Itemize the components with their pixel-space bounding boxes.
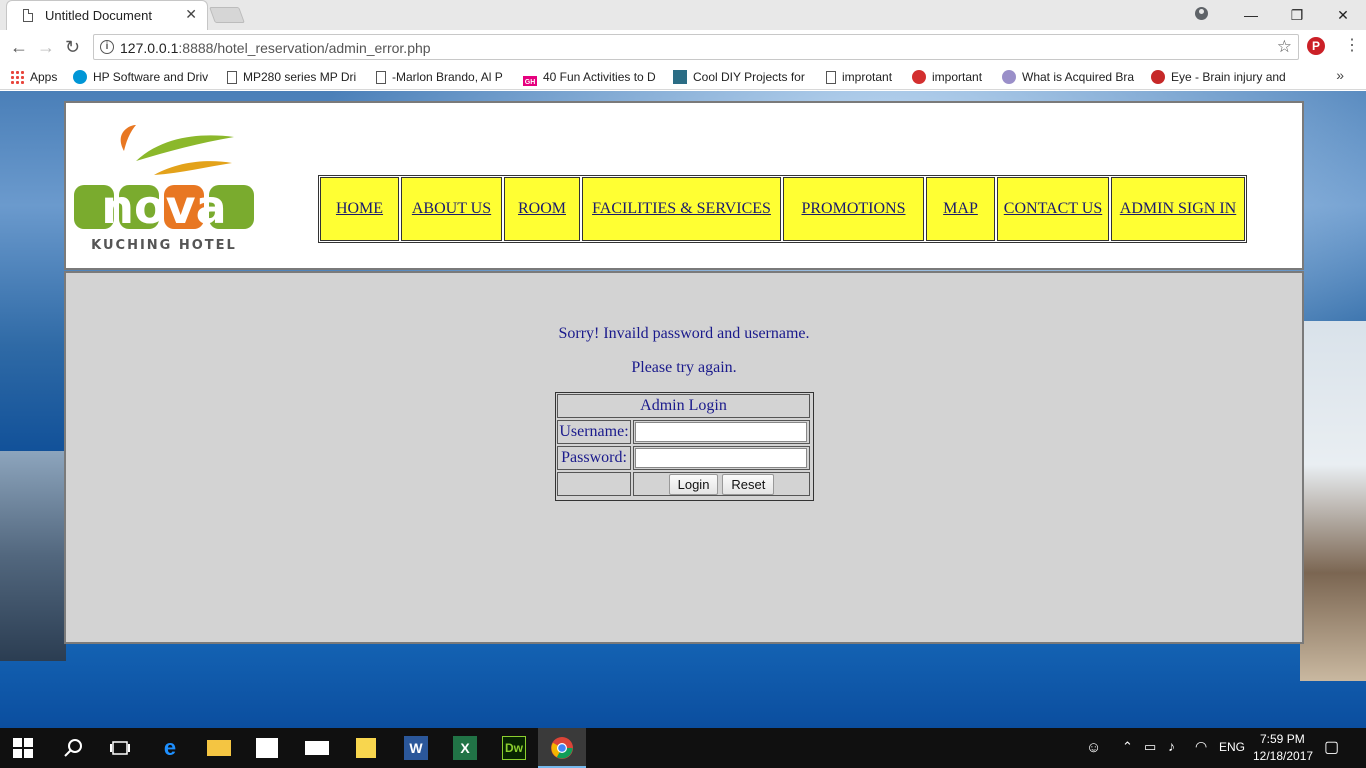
gh-icon: GH	[523, 76, 537, 86]
nova-logo: nova KUCHING HOTEL	[74, 125, 254, 253]
sticky-notes-icon[interactable]	[356, 738, 376, 758]
diy-icon	[673, 70, 687, 84]
apps-grid-icon	[10, 70, 24, 84]
dreamweaver-icon[interactable]: Dw	[502, 736, 526, 760]
bookmark-star-icon[interactable]: ☆	[1277, 37, 1292, 57]
bookmark-hp[interactable]: HP Software and Driv	[73, 68, 211, 86]
tab-strip: Untitled Document ✕ — ❐ ✕	[0, 0, 1366, 30]
apple-icon	[912, 70, 926, 84]
page-icon	[376, 71, 386, 84]
reset-button[interactable]: Reset	[722, 473, 775, 495]
username-cell	[633, 420, 810, 444]
clock-time[interactable]: 7:59 PM	[1260, 732, 1305, 746]
nav-map[interactable]: MAP	[926, 177, 995, 241]
bookmark-apps[interactable]: Apps	[10, 68, 70, 86]
nav-contact-us[interactable]: CONTACT US	[997, 177, 1109, 241]
password-input[interactable]	[635, 448, 807, 468]
page-icon	[227, 71, 237, 84]
back-arrow-icon[interactable]: ←	[10, 37, 28, 57]
admin-login-form: Admin Login Username: Password: Login Re…	[555, 392, 814, 501]
tab-title: Untitled Document	[45, 8, 152, 23]
main-content: Sorry! Invaild password and username. Pl…	[64, 271, 1304, 644]
window-controls: — ❐ ✕	[1228, 0, 1366, 30]
info-icon[interactable]: i	[100, 40, 114, 54]
reload-icon[interactable]: ↻	[65, 37, 80, 57]
hp-icon	[73, 70, 87, 84]
nav-admin-sign-in[interactable]: ADMIN SIGN IN	[1111, 177, 1245, 241]
nav-promotions[interactable]: PROMOTIONS	[783, 177, 924, 241]
bookmark-mp280[interactable]: MP280 series MP Dri	[227, 68, 359, 86]
close-window-button[interactable]: ✕	[1320, 7, 1366, 24]
page-viewport: nova KUCHING HOTEL HOME ABOUT US ROOM FA…	[0, 91, 1366, 728]
site-header: nova KUCHING HOTEL HOME ABOUT US ROOM FA…	[64, 101, 1304, 270]
page-icon	[826, 71, 836, 84]
pinterest-extension-icon[interactable]: P	[1307, 37, 1325, 55]
file-explorer-icon[interactable]	[207, 740, 231, 756]
tray-expand-icon[interactable]: ⌃	[1122, 739, 1133, 755]
login-button[interactable]: Login	[668, 473, 719, 495]
bookmark-diy[interactable]: Cool DIY Projects for	[673, 68, 807, 86]
address-bar[interactable]: i 127.0.0.1:8888/hotel_reservation/admin…	[93, 34, 1299, 60]
battery-icon[interactable]: ▭	[1144, 739, 1156, 755]
bookmark-marlon[interactable]: -Marlon Brando, Al P	[376, 68, 509, 86]
empty-cell	[557, 472, 631, 496]
bookmark-acquired[interactable]: What is Acquired Bra	[1002, 68, 1138, 86]
close-tab-icon[interactable]: ✕	[185, 6, 197, 23]
error-message: Sorry! Invaild password and username.	[558, 325, 810, 342]
browser-tab[interactable]: Untitled Document ✕	[6, 0, 208, 30]
nav-about-us[interactable]: ABOUT US	[401, 177, 502, 241]
bookmark-improtant[interactable]: improtant	[826, 68, 906, 86]
document-icon	[23, 9, 33, 22]
forward-arrow-icon[interactable]: →	[37, 37, 55, 57]
n-icon	[1151, 70, 1165, 84]
notification-icon[interactable]: ▢	[1324, 737, 1339, 757]
people-icon[interactable]: ☺	[1086, 739, 1101, 756]
windows-taskbar: e W X Dw ☺ ⌃ ▭ ♪ ◠ ENG 7:59 PM 12/18/201…	[0, 728, 1366, 768]
wifi-icon[interactable]: ◠	[1195, 738, 1207, 755]
login-title: Admin Login	[557, 394, 810, 418]
svg-text:KUCHING HOTEL: KUCHING HOTEL	[91, 238, 237, 253]
profile-icon[interactable]	[1195, 7, 1208, 20]
bookmark-important[interactable]: important	[912, 68, 992, 86]
store-icon[interactable]	[256, 738, 278, 758]
language-indicator[interactable]: ENG	[1219, 740, 1245, 754]
retry-message: Please try again.	[631, 359, 737, 376]
password-cell	[633, 446, 810, 470]
edge-icon[interactable]: e	[158, 736, 182, 760]
word-icon[interactable]: W	[404, 736, 428, 760]
volume-icon[interactable]: ♪	[1168, 738, 1175, 754]
site-frame: nova KUCHING HOTEL HOME ABOUT US ROOM FA…	[64, 101, 1304, 644]
username-label: Username:	[557, 420, 631, 444]
gear-icon	[1002, 70, 1016, 84]
nav-room[interactable]: ROOM	[504, 177, 580, 241]
background-photo	[1300, 321, 1366, 681]
main-nav: HOME ABOUT US ROOM FACILITIES & SERVICES…	[318, 175, 1247, 243]
maximize-button[interactable]: ❐	[1274, 7, 1320, 24]
svg-text:nova: nova	[101, 180, 226, 234]
background-photo-left	[0, 451, 66, 661]
buttons-cell: Login Reset	[633, 472, 810, 496]
chrome-icon[interactable]	[550, 736, 574, 760]
task-view-icon[interactable]	[108, 736, 132, 760]
new-tab-button[interactable]	[209, 7, 245, 23]
browser-toolbar: ← → ↻ i 127.0.0.1:8888/hotel_reservation…	[0, 30, 1366, 64]
excel-icon[interactable]: X	[453, 736, 477, 760]
bookmark-40-fun[interactable]: GH 40 Fun Activities to D	[523, 68, 661, 86]
bookmarks-bar: Apps HP Software and Driv MP280 series M…	[0, 64, 1366, 90]
minimize-button[interactable]: —	[1228, 7, 1274, 23]
clock-date[interactable]: 12/18/2017	[1253, 749, 1313, 763]
nav-facilities-services[interactable]: FACILITIES & SERVICES	[582, 177, 781, 241]
chrome-menu-icon[interactable]: ⋮	[1344, 36, 1360, 56]
username-input[interactable]	[635, 422, 807, 442]
bookmark-eye[interactable]: Eye - Brain injury and	[1151, 68, 1287, 86]
bookmarks-overflow-icon[interactable]: »	[1336, 67, 1344, 83]
url-text: 127.0.0.1:8888/hotel_reservation/admin_e…	[120, 40, 431, 56]
windows-start-icon[interactable]	[13, 738, 33, 758]
password-label: Password:	[557, 446, 631, 470]
mail-icon[interactable]	[305, 741, 329, 755]
nav-home[interactable]: HOME	[320, 177, 399, 241]
search-icon[interactable]	[62, 736, 86, 760]
